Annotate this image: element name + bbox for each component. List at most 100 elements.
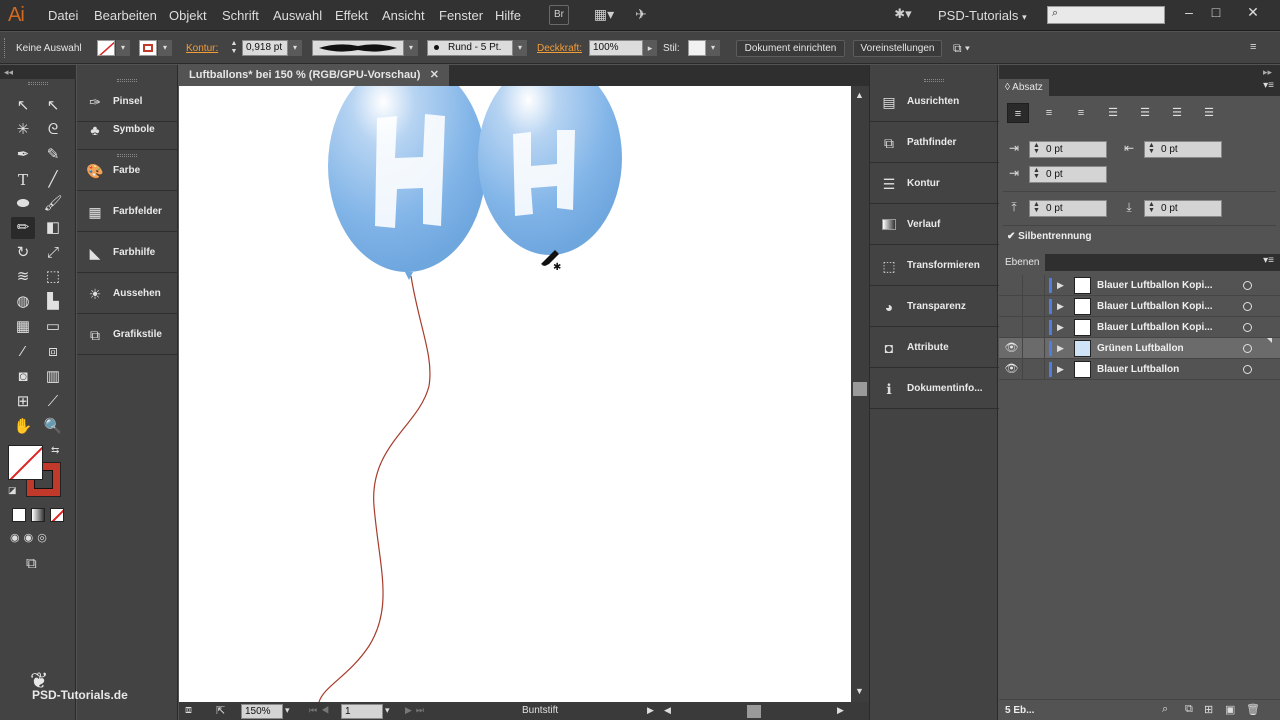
menu-auswahl[interactable]: Auswahl (273, 8, 322, 23)
align-left-icon[interactable]: ≡ (1007, 103, 1029, 123)
panel-ausrichten[interactable]: ▤ Ausrichten (870, 81, 999, 122)
target-circle-icon[interactable] (1243, 281, 1252, 290)
tab-absatz[interactable]: ◊ Absatz (999, 79, 1049, 96)
justify-all-icon[interactable]: ☰ (1198, 103, 1220, 123)
layer-row[interactable]: ▶ Blauer Luftballon Kopi... (999, 317, 1280, 338)
left-indent-field[interactable]: ▲ ▼ 0 pt (1029, 141, 1107, 158)
opacity-slider-arrow[interactable]: ▸ (643, 40, 657, 56)
gradient-tool-icon[interactable]: ▭ (41, 316, 65, 338)
stroke-dropdown[interactable]: ▾ (158, 40, 172, 56)
blend-tool-icon[interactable]: ⧈ (41, 341, 65, 363)
align-right-icon[interactable]: ≡ (1070, 103, 1092, 123)
symbol-sprayer-tool-icon[interactable]: ◙ (11, 366, 35, 388)
expand-arrow-icon[interactable]: ▶ (1057, 275, 1064, 296)
expand-arrow-icon[interactable]: ▶ (1057, 317, 1064, 338)
preferences-button[interactable]: Voreinstellungen (853, 40, 942, 57)
panel-menu-icon[interactable]: ▾≡ (1263, 255, 1274, 266)
zoom-field[interactable]: 150% (241, 704, 283, 719)
panel-farbe[interactable]: 🎨 Farbe (77, 150, 178, 191)
slice-tool-icon[interactable]: ⟋ (41, 391, 65, 413)
artboard-prev-icon[interactable]: ⏮◀ (309, 705, 333, 716)
panel-grafikstile[interactable]: ⧉ Grafikstile (77, 314, 178, 355)
menu-schrift[interactable]: Schrift (222, 8, 259, 23)
fill-dropdown[interactable]: ▾ (116, 40, 130, 56)
tools-collapse-bar[interactable]: ◂◂ (0, 65, 76, 79)
column-graph-tool-icon[interactable]: ▥ (41, 366, 65, 388)
minimize-button[interactable]: – (1178, 4, 1200, 24)
locate-object-icon[interactable]: ⌕ (1162, 703, 1168, 716)
gradient-mode-icon[interactable] (31, 508, 45, 522)
scroll-down-icon[interactable]: ▼ (855, 686, 864, 696)
profile-dropdown[interactable]: ▾ (404, 40, 418, 56)
mesh-tool-icon[interactable]: ▦ (11, 316, 35, 338)
style-dropdown[interactable]: ▾ (706, 40, 720, 56)
fill-color-box[interactable] (8, 445, 43, 480)
control-bar-grip[interactable] (4, 38, 7, 58)
width-tool-icon[interactable]: ≋ (11, 266, 35, 288)
direct-selection-tool-icon[interactable]: ↖ (41, 95, 65, 117)
lock-toggle[interactable] (1023, 275, 1045, 296)
justify-right-icon[interactable]: ☰ (1166, 103, 1188, 123)
eye-icon[interactable]: 👁 (1001, 338, 1023, 359)
tab-ebenen[interactable]: Ebenen (999, 254, 1046, 271)
sync-settings-icon[interactable]: ✱▾ (891, 5, 915, 25)
curvature-tool-icon[interactable]: ✎ (41, 144, 65, 166)
gpu-preview-icon[interactable]: ⧈ (185, 704, 192, 717)
scale-tool-icon[interactable]: ⤢ (41, 242, 65, 264)
artboard-canvas[interactable]: ✱ (179, 86, 851, 702)
layer-row[interactable]: 👁 ▶ Grünen Luftballon (999, 338, 1280, 359)
layer-row[interactable]: 👁 ▶ Blauer Luftballon (999, 359, 1280, 380)
graphic-style-swatch[interactable] (688, 40, 706, 56)
panel-attribute[interactable]: ◘ Attribute (870, 327, 999, 368)
stroke-swatch[interactable] (139, 40, 157, 56)
shape-builder-tool-icon[interactable]: ◍ (11, 291, 35, 313)
close-button[interactable]: ✕ (1242, 4, 1264, 24)
eye-icon[interactable]: 👁 (1001, 359, 1023, 380)
stroke-weight-stepper[interactable]: ▲ ▼ (228, 40, 240, 56)
line-tool-icon[interactable]: ╱ (41, 169, 65, 191)
pen-tool-icon[interactable]: ✒ (11, 144, 35, 166)
vertical-scrollbar[interactable]: ▲ ▼ (851, 86, 869, 702)
panel-dokumentinfo[interactable]: ℹ Dokumentinfo... (870, 368, 999, 409)
artboard-number-field[interactable]: 1 (341, 704, 383, 719)
artboard-tool-icon[interactable]: ⊞ (11, 391, 35, 413)
document-setup-button[interactable]: Dokument einrichten (736, 40, 845, 57)
panel-farbhilfe[interactable]: ◣ Farbhilfe (77, 232, 178, 273)
artboard-next-icon[interactable]: ▶⏭ (405, 705, 428, 716)
default-colors-icon[interactable]: ◪ (8, 485, 17, 496)
layer-name[interactable]: Blauer Luftballon (1097, 364, 1179, 375)
stroke-label[interactable]: Kontur: (186, 43, 218, 54)
magic-wand-tool-icon[interactable]: ✳ (11, 119, 35, 141)
layer-name[interactable]: Grünen Luftballon (1097, 343, 1184, 354)
hscroll-left-icon[interactable]: ◀ (664, 705, 671, 716)
eraser-tool-icon[interactable]: ◧ (41, 217, 65, 239)
menu-ansicht[interactable]: Ansicht (382, 8, 425, 23)
menu-bearbeiten[interactable]: Bearbeiten (94, 8, 157, 23)
panel-verlauf[interactable]: Verlauf (870, 204, 999, 245)
menu-fenster[interactable]: Fenster (439, 8, 483, 23)
layer-row[interactable]: ▶ Blauer Luftballon Kopi... (999, 296, 1280, 317)
document-tab[interactable]: Luftballons* bei 150 % (RGB/GPU-Vorschau… (179, 65, 449, 86)
artboard-dropdown-icon[interactable]: ▾ (385, 705, 390, 716)
arrange-icon[interactable]: ⧉ ▾ (953, 41, 970, 56)
target-circle-icon[interactable] (1243, 302, 1252, 311)
gpu-performance-icon[interactable]: ✈ (632, 5, 650, 25)
free-transform-tool-icon[interactable]: ⬚ (41, 266, 65, 288)
lock-toggle[interactable] (1023, 359, 1045, 380)
drawing-modes-icon[interactable]: ◉◉◎ (10, 531, 66, 547)
menu-effekt[interactable]: Effekt (335, 8, 368, 23)
dock-collapse-bar[interactable]: ▸▸ (999, 65, 1280, 79)
maximize-button[interactable]: □ (1205, 4, 1227, 24)
menu-hilfe[interactable]: Hilfe (495, 8, 521, 23)
justify-center-icon[interactable]: ☰ (1134, 103, 1156, 123)
screen-mode-icon[interactable]: ⧉ (26, 555, 37, 572)
space-before-field[interactable]: ▲ ▼ 0 pt (1029, 200, 1107, 217)
align-center-icon[interactable]: ≡ (1038, 103, 1060, 123)
layer-name[interactable]: Blauer Luftballon Kopi... (1097, 280, 1213, 291)
bridge-button[interactable]: Br (549, 5, 569, 25)
expand-arrow-icon[interactable]: ▶ (1057, 296, 1064, 317)
lock-toggle[interactable] (1023, 317, 1045, 338)
close-tab-icon[interactable]: ✕ (430, 65, 439, 86)
stroke-weight-field[interactable]: 0,918 pt (242, 40, 288, 56)
space-after-field[interactable]: ▲ ▼ 0 pt (1144, 200, 1222, 217)
